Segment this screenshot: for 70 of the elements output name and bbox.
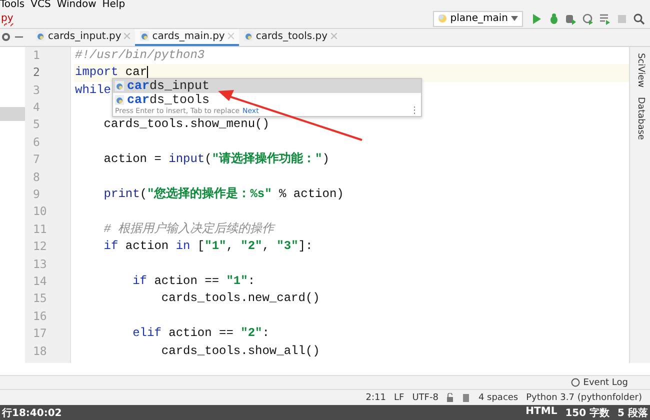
code-line: print("您选择的操作是：%s" % action)	[102, 186, 344, 203]
taskbar-text: HTML	[526, 406, 558, 418]
clock-run-icon[interactable]	[582, 12, 594, 25]
line-number: 16	[32, 308, 48, 325]
caret-icon	[511, 16, 518, 22]
completion-item[interactable]: cards_input	[113, 78, 421, 93]
status-item[interactable]: Python 3.7 (pythonfolder)	[526, 392, 642, 402]
taskbar-text: 5 段落	[618, 406, 648, 420]
file-tab[interactable]: cards_tools.py	[238, 28, 342, 46]
run-icon[interactable]	[531, 12, 543, 25]
event-log-button[interactable]: Event Log	[583, 378, 628, 388]
speech-bubble-icon	[571, 378, 580, 387]
line-number: 4	[32, 99, 41, 116]
close-icon	[124, 33, 130, 40]
line-number: 2	[32, 64, 41, 82]
line-number: 5	[32, 116, 41, 134]
taskbar-text: 150 字数	[565, 406, 610, 420]
document-icon	[462, 393, 470, 402]
line-number: 10	[32, 203, 48, 220]
search-icon[interactable]	[633, 12, 645, 25]
completion-item[interactable]: cards_tools	[113, 92, 421, 107]
line-number: 6	[32, 134, 41, 151]
side-tool-tab[interactable]: SciView	[635, 52, 645, 88]
code-line: action = input("请选择操作功能：")	[102, 151, 330, 168]
gear-icon	[2, 33, 10, 42]
python-file-icon	[140, 31, 150, 42]
line-number: 13	[32, 256, 48, 273]
python-file-icon	[36, 31, 45, 42]
status-item[interactable]: 4 spaces	[478, 392, 518, 402]
bug-icon[interactable]	[548, 12, 560, 25]
line-number: 18	[32, 342, 48, 360]
code-line: cards_tools.new_card()	[160, 290, 320, 308]
code-line: cards_tools.show_menu()	[102, 116, 270, 134]
code-line: # 根据用户输入决定后续的操作	[102, 220, 274, 238]
code-line: import car	[75, 64, 148, 82]
taskbar-text: 行18:40:02	[2, 406, 62, 420]
code-line: #!/usr/bin/python3	[75, 46, 205, 64]
lock-icon	[446, 393, 454, 402]
close-icon	[228, 33, 234, 40]
line-number: 3	[32, 82, 41, 99]
python-file-icon	[115, 80, 124, 91]
code-line: elif action == "2":	[132, 325, 270, 342]
python-file-icon	[244, 31, 253, 42]
line-number: 8	[32, 168, 41, 186]
line-number: 9	[32, 186, 41, 203]
run-config-dropdown[interactable]: plane_main	[433, 10, 523, 27]
code-line: while	[75, 82, 112, 99]
python-icon	[438, 14, 448, 24]
status-item[interactable]: UTF-8	[412, 392, 438, 402]
breadcrumb[interactable]: py	[0, 13, 14, 24]
status-item[interactable]: 2:11	[366, 392, 386, 402]
line-number: 17	[32, 325, 48, 342]
file-tab[interactable]: cards_main.py	[135, 28, 239, 46]
line-number: 14	[32, 272, 48, 290]
file-tab[interactable]: cards_input.py	[31, 28, 136, 46]
side-tool-tab[interactable]: Database	[635, 97, 645, 140]
line-number: 1	[32, 46, 41, 64]
code-line: if action in ["1", "2", "3"]:	[102, 238, 313, 256]
shield-run-icon[interactable]	[565, 12, 577, 25]
python-file-icon	[115, 94, 124, 105]
line-number: 12	[32, 238, 48, 256]
close-icon	[330, 33, 337, 40]
more-button[interactable]: ⋮	[410, 106, 419, 116]
line-number: 11	[32, 220, 48, 238]
list-run-icon[interactable]	[599, 12, 611, 25]
code-line: if action == "1":	[132, 272, 256, 290]
status-item[interactable]: LF	[394, 392, 404, 402]
line-number: 15	[32, 290, 48, 308]
code-line: cards_tools.show_all()	[160, 342, 320, 360]
line-number: 7	[32, 151, 41, 168]
